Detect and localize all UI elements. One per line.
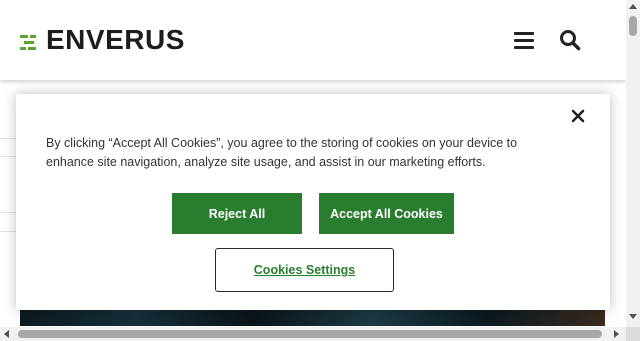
close-icon[interactable] [570,108,586,124]
reject-all-button[interactable]: Reject All [172,193,302,234]
scroll-right-arrow-icon[interactable] [614,330,619,338]
hamburger-menu-icon[interactable] [514,30,536,50]
cookie-consent-banner: By clicking “Accept All Cookies”, you ag… [16,94,610,310]
accept-all-cookies-button[interactable]: Accept All Cookies [319,193,454,234]
logo-mark-icon [20,31,48,50]
vertical-scrollbar-thumb[interactable] [629,16,637,36]
site-header: ENVERUS [0,0,626,80]
browser-viewport: ENVERUS By clicking “Accept All Cookies”… [0,0,640,341]
cookie-consent-message: By clicking “Accept All Cookies”, you ag… [46,136,518,169]
hero-image [20,310,605,326]
scroll-up-arrow-icon[interactable] [629,4,637,9]
cookies-settings-button[interactable]: Cookies Settings [215,248,394,292]
search-icon[interactable] [559,29,581,51]
enverus-logo[interactable]: ENVERUS [20,24,185,56]
vertical-scrollbar[interactable] [626,0,640,327]
scroll-down-arrow-icon[interactable] [629,314,637,319]
scroll-left-arrow-icon[interactable] [4,330,9,338]
horizontal-scrollbar-thumb[interactable] [18,330,602,338]
logo-text: ENVERUS [46,24,185,55]
scrollbar-corner [626,327,640,341]
